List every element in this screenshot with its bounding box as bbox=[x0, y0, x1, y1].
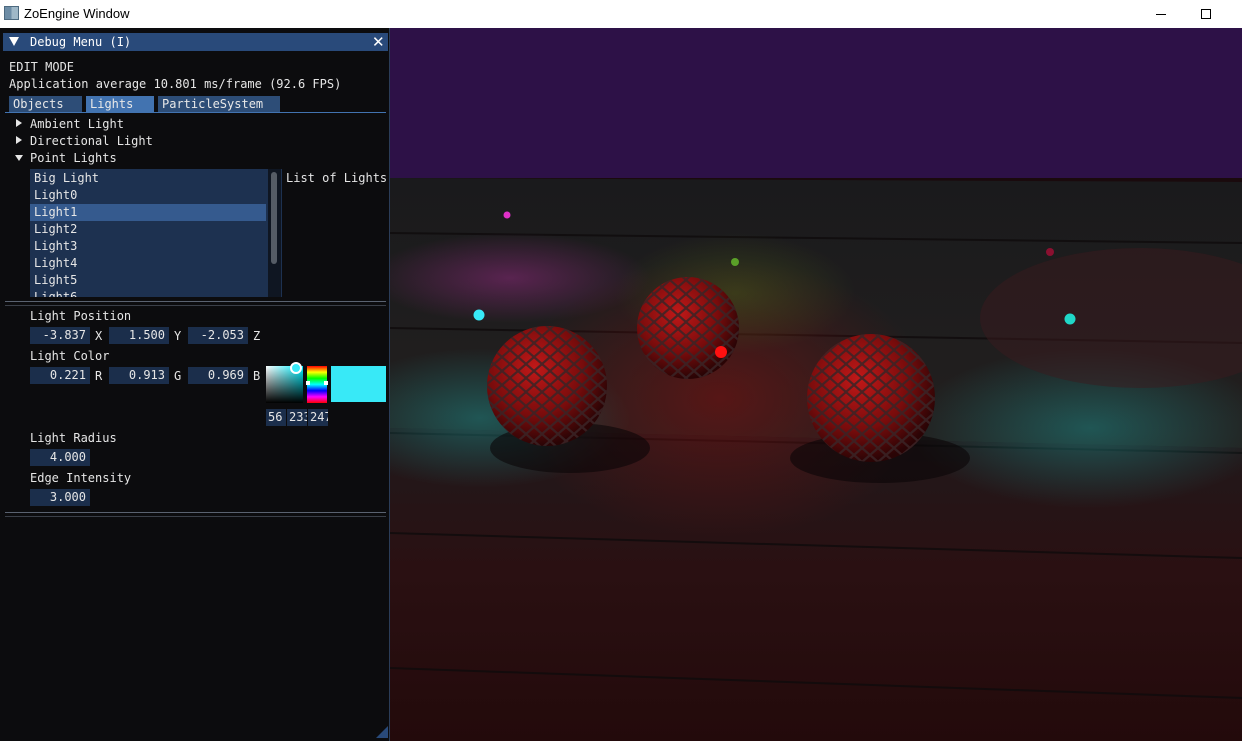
sphere-middle bbox=[637, 277, 739, 379]
minimize-button[interactable] bbox=[1138, 0, 1184, 28]
light-radius-field[interactable]: 4.000 bbox=[30, 449, 90, 466]
position-x-field[interactable]: -3.837 bbox=[30, 327, 90, 344]
tab-lights[interactable]: Lights bbox=[86, 96, 154, 113]
fps-readout: Application average 10.801 ms/frame (92.… bbox=[9, 77, 342, 91]
tab-objects[interactable]: Objects bbox=[9, 96, 82, 113]
sphere-right bbox=[807, 334, 935, 462]
light-radius-label: Light Radius bbox=[30, 431, 117, 445]
list-item[interactable]: Light2 bbox=[30, 221, 266, 238]
list-of-lights-label: List of Lights bbox=[286, 171, 388, 185]
b-label: B bbox=[253, 369, 261, 383]
light-marker bbox=[473, 309, 485, 321]
light-marker bbox=[1046, 248, 1054, 256]
list-item[interactable]: Light0 bbox=[30, 187, 266, 204]
tree-directional-light[interactable]: Directional Light bbox=[30, 134, 153, 148]
list-item-selected[interactable]: Light1 bbox=[30, 204, 266, 221]
g-label: G bbox=[174, 369, 182, 383]
light-marker bbox=[1064, 313, 1076, 325]
light-marker bbox=[503, 211, 511, 219]
app-icon bbox=[4, 6, 19, 20]
color-picker-handle[interactable] bbox=[290, 362, 302, 374]
z-label: Z bbox=[253, 329, 261, 343]
color-g-field[interactable]: 0.913 bbox=[109, 367, 169, 384]
resize-grip-icon[interactable] bbox=[376, 726, 388, 738]
tree-ambient-light[interactable]: Ambient Light bbox=[30, 117, 124, 131]
x-label: X bbox=[95, 329, 103, 343]
divider bbox=[5, 305, 386, 306]
color-g-int-field[interactable]: 233 bbox=[287, 409, 307, 426]
panel-header[interactable]: Debug Menu (I) ✕ bbox=[3, 33, 388, 51]
tab-underline bbox=[5, 112, 386, 113]
tree-collapsed-icon[interactable] bbox=[16, 136, 22, 144]
light-color-label: Light Color bbox=[30, 349, 110, 363]
list-item[interactable]: Light5 bbox=[30, 272, 266, 289]
render-viewport[interactable] bbox=[390, 28, 1242, 741]
list-item[interactable]: Light3 bbox=[30, 238, 266, 255]
position-y-field[interactable]: 1.500 bbox=[109, 327, 169, 344]
list-item[interactable]: Big Light bbox=[30, 170, 266, 187]
divider bbox=[5, 516, 386, 517]
color-b-int-field[interactable]: 247 bbox=[308, 409, 328, 426]
minimize-icon bbox=[1156, 13, 1166, 15]
r-label: R bbox=[95, 369, 103, 383]
edit-mode-label: EDIT MODE bbox=[9, 60, 75, 74]
list-item[interactable]: Light6 bbox=[30, 289, 266, 297]
color-r-field[interactable]: 0.221 bbox=[30, 367, 90, 384]
lights-listbox[interactable]: Big Light Light0 Light1 Light2 Light3 Li… bbox=[30, 169, 282, 297]
divider bbox=[5, 512, 386, 513]
close-icon[interactable]: ✕ bbox=[372, 33, 385, 51]
color-swatch[interactable] bbox=[331, 366, 386, 402]
tree-expanded-icon[interactable] bbox=[15, 155, 23, 161]
light-marker bbox=[731, 258, 739, 266]
light-position-label: Light Position bbox=[30, 309, 132, 323]
list-scrollbar-thumb[interactable] bbox=[271, 172, 277, 264]
maximize-icon bbox=[1201, 9, 1211, 19]
color-r-int-field[interactable]: 56 bbox=[266, 409, 286, 426]
list-item[interactable]: Light4 bbox=[30, 255, 266, 272]
scene-render bbox=[390, 28, 1242, 741]
tree-collapsed-icon[interactable] bbox=[16, 119, 22, 127]
divider bbox=[5, 301, 386, 302]
sphere-left bbox=[487, 326, 607, 446]
hue-slider-handle[interactable] bbox=[306, 381, 328, 385]
tree-point-lights[interactable]: Point Lights bbox=[30, 151, 117, 165]
window-title: ZoEngine Window bbox=[24, 6, 130, 21]
edge-intensity-label: Edge Intensity bbox=[30, 471, 132, 485]
color-b-field[interactable]: 0.969 bbox=[188, 367, 248, 384]
edge-intensity-field[interactable]: 3.000 bbox=[30, 489, 90, 506]
maximize-button[interactable] bbox=[1183, 0, 1229, 28]
position-z-field[interactable]: -2.053 bbox=[188, 327, 248, 344]
y-label: Y bbox=[174, 329, 182, 343]
tab-particlesystem[interactable]: ParticleSystem bbox=[158, 96, 280, 113]
light-marker bbox=[715, 346, 727, 358]
window-titlebar: ZoEngine Window bbox=[0, 0, 1242, 28]
collapse-arrow-icon[interactable] bbox=[9, 37, 19, 46]
debug-panel: Debug Menu (I) ✕ EDIT MODE Application a… bbox=[0, 28, 390, 741]
panel-title: Debug Menu (I) bbox=[30, 35, 132, 49]
